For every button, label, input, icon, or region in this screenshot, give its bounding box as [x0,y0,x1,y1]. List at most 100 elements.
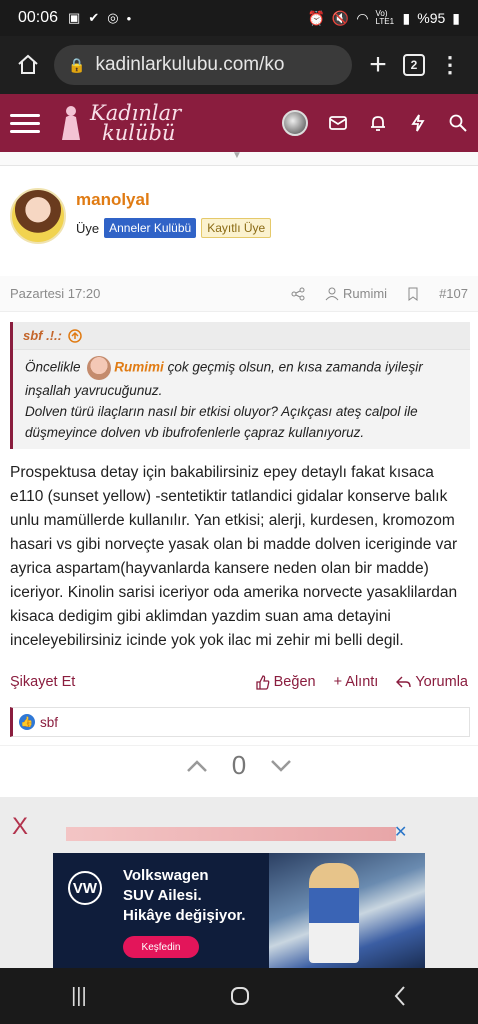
upvote-icon[interactable] [186,759,208,773]
quote-mention[interactable]: Rumimi [114,360,164,375]
header-actions [282,110,468,136]
ad-line3: Hikâye değişiyor. [123,907,246,924]
post-separator: ▼ [0,152,478,166]
battery-label: %95 [417,10,446,26]
quote-text-prefix: Öncelikle [25,359,81,375]
quote-label: + Alıntı [333,674,379,690]
ad-banner-strip [66,827,396,841]
bookmark-button[interactable] [407,287,419,301]
mail-icon[interactable] [328,113,348,133]
ad-figure [309,863,359,963]
vote-controls: 0 [0,745,478,785]
quote-text-line2: Dolven türü ilaçların nasıl bir etkisi o… [25,404,418,440]
reply-label: Yorumla [415,674,468,690]
ad-cta-button[interactable]: Keşfedin [123,936,199,958]
logo-text-line1: Kadınlar [90,101,182,125]
ad-text: Volkswagen SUV Ailesi. Hikâye değişiyor. [123,866,246,926]
report-link[interactable]: Şikayet Et [10,674,237,690]
back-icon[interactable] [393,985,407,1007]
more-vertical-icon: ⋮ [439,52,461,77]
browser-menu-button[interactable]: ⋮ [432,47,468,83]
search-icon[interactable] [448,113,468,133]
notification-icons: ▣ ✔ ◎ • [68,10,131,26]
hamburger-menu-button[interactable] [10,113,40,133]
url-bar[interactable]: 🔒 kadinlarkulubu.com/ko [54,45,352,85]
home-button[interactable] [10,47,46,83]
mute-icon: 🔇 [331,9,350,26]
network-label: Vo) LTE1 [375,9,395,26]
status-time: 00:06 [18,9,59,26]
dot-icon: • [126,10,132,26]
logo-text-line2: kulübü [102,121,176,145]
like-label: Beğen [273,674,316,690]
close-icon[interactable]: ✕ [394,825,410,841]
url-text: kadinlarkulubu.com/ko [95,54,285,75]
wifi-icon: ◠ [356,9,369,26]
ad-image [269,853,425,968]
alarm-icon: ⏰ [307,9,325,26]
home-icon [18,54,38,74]
status-bar: 00:06 ▣ ✔ ◎ • ⏰ 🔇 ◠ Vo) LTE1 ▮ %95 ▮ [0,0,478,36]
instagram-icon: ◎ [107,10,119,25]
vote-count: 0 [231,750,247,780]
downvote-icon[interactable] [270,759,292,773]
home-circle-icon[interactable] [229,985,251,1007]
system-nav-bar: ||| [0,968,478,1024]
arrow-up-circle-icon[interactable] [68,328,82,343]
woman-silhouette-icon [62,106,80,140]
post-body: Prospektusa detay için bakabilirsiniz ep… [10,464,458,649]
recent-apps-button[interactable]: ||| [71,985,87,1008]
bell-icon[interactable] [368,113,388,133]
author-roles: Üye Anneler Kulübü Kayıtlı Üye [76,218,272,238]
tabs-button[interactable]: 2 [396,47,432,83]
quote-text-line1: çok geçmiş olsun, en kısa zamanda iyileş… [25,359,423,398]
mention-button[interactable]: Rumimi [325,286,387,301]
author-role: Üye [76,220,100,236]
like-reaction-icon: 👍 [19,714,35,730]
lock-icon: 🔒 [68,56,86,73]
site-logo[interactable]: Kadınlar kulübü [56,101,182,145]
ad-container: X ✕ VW Volkswagen SUV Ailesi. Hikâye değ… [0,797,478,968]
post-number[interactable]: #107 [439,286,468,301]
author-avatar[interactable] [10,188,66,244]
post-actions: Şikayet Et Beğen + Alıntı Yorumla [0,667,478,697]
advertisement[interactable]: VW Volkswagen SUV Ailesi. Hikâye değişiy… [53,853,425,968]
lightning-icon[interactable] [408,113,428,133]
likes-bar[interactable]: 👍 sbf [10,707,470,737]
browser-toolbar: 🔒 kadinlarkulubu.com/ko + 2 ⋮ [0,36,478,94]
site-header: Kadınlar kulübü [0,94,478,152]
liked-by[interactable]: sbf [40,715,58,730]
mention-label: Rumimi [343,286,388,301]
phone-screen: 00:06 ▣ ✔ ◎ • ⏰ 🔇 ◠ Vo) LTE1 ▮ %95 ▮ 🔒 k… [0,0,478,1024]
thumbs-up-icon [255,674,270,690]
plus-icon: + [369,48,387,81]
reply-button[interactable]: Yorumla [396,674,468,690]
share-button[interactable] [291,287,305,301]
user-avatar[interactable] [282,110,308,136]
ad-line1: Volkswagen [123,867,209,884]
signal-icon: ▮ [402,9,411,26]
new-tab-button[interactable]: + [360,47,396,83]
page-content: ▼ manolyal Üye Anneler Kulübü Kayıtlı Üy… [0,152,478,968]
bookmark-icon [408,287,418,301]
ad-line2: SUV Ailesi. [123,887,202,904]
share-icon [291,287,305,300]
badge-anneler-kulubu: Anneler Kulübü [104,218,197,238]
user-icon [325,287,339,300]
post-meta-bar: Pazartesi 17:20 Rumimi #107 [0,276,478,312]
ad-close-tab[interactable]: X [0,797,40,857]
author-info: manolyal Üye Anneler Kulübü Kayıtlı Üye [76,188,272,276]
quote-block: sbf .!.: Öncelikle Rumimi çok geçmiş ols… [10,322,470,449]
like-button[interactable]: Beğen [255,674,316,690]
mention-avatar [87,356,112,380]
chevron-down-icon: ▼ [232,152,242,161]
quote-button[interactable]: + Alıntı [334,674,379,690]
system-icons: ⏰ 🔇 ◠ Vo) LTE1 ▮ %95 ▮ [307,10,460,27]
check-icon: ✔ [88,10,100,25]
gallery-icon: ▣ [68,10,81,25]
quote-header[interactable]: sbf .!.: [13,322,470,350]
post-header: manolyal Üye Anneler Kulübü Kayıtlı Üye [0,166,478,276]
post-date[interactable]: Pazartesi 17:20 [10,286,271,301]
author-name[interactable]: manolyal [76,190,271,210]
battery-icon: ▮ [452,9,460,26]
